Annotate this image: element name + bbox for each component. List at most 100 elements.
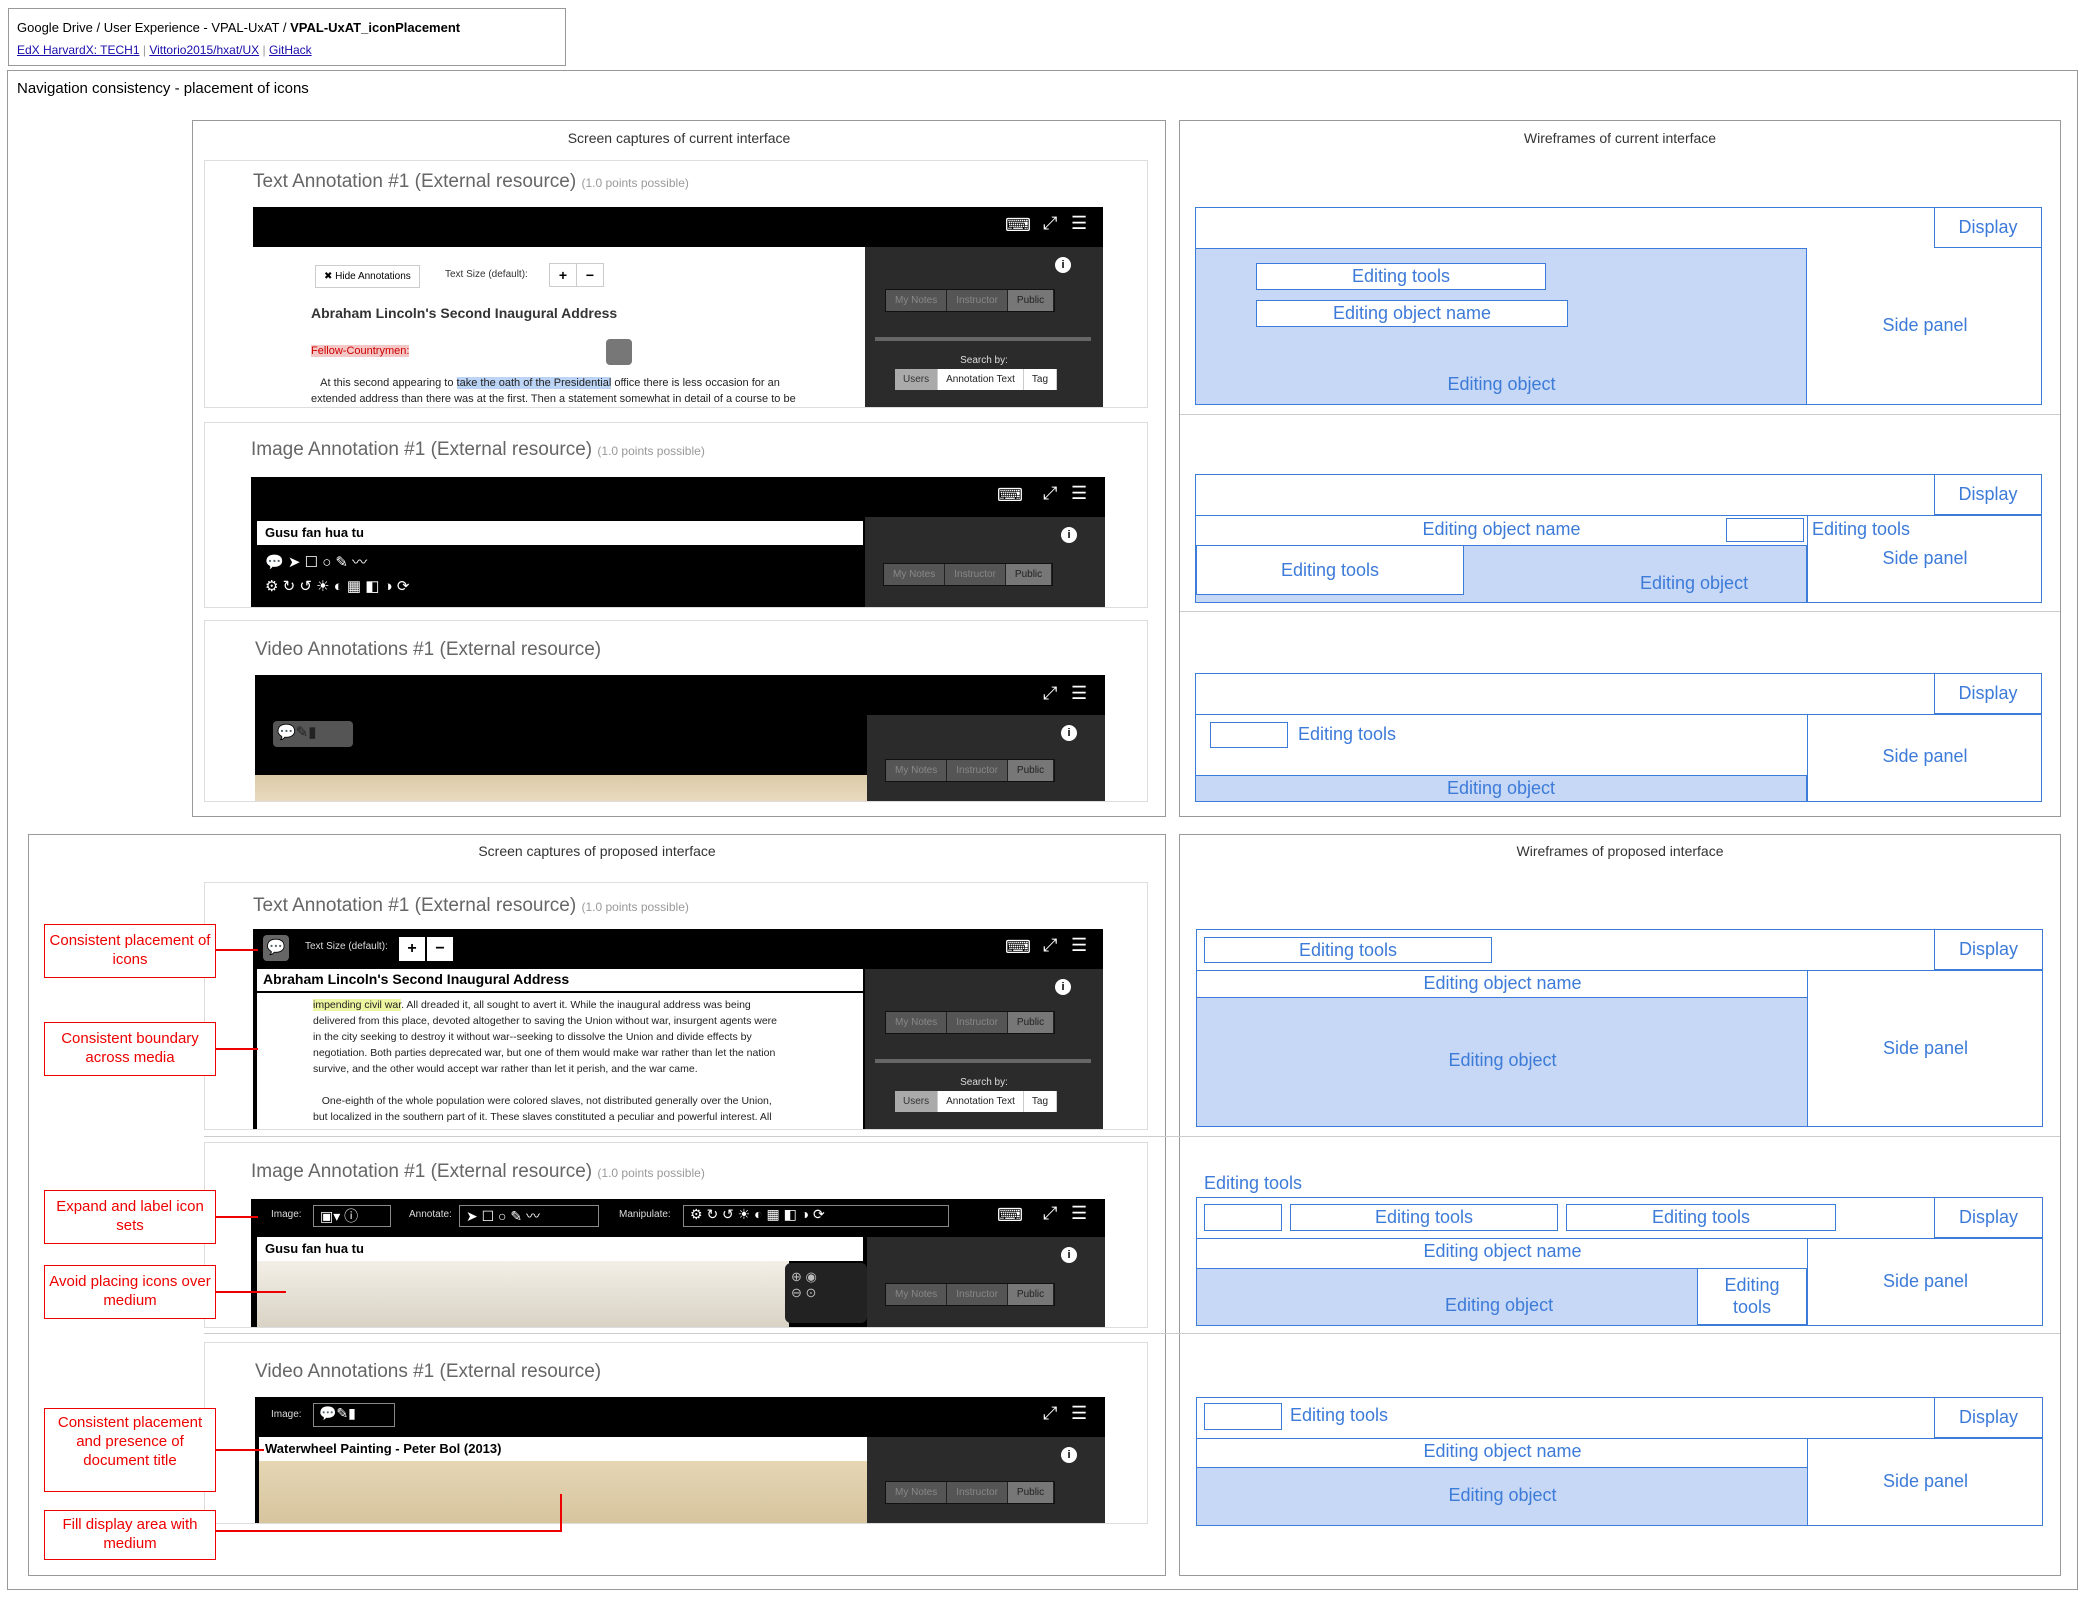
- font-decrease-button[interactable]: −: [427, 937, 453, 961]
- search-options[interactable]: Users Annotation Text Tag: [895, 369, 1058, 390]
- side-panel: i My Notes Instructor Public: [867, 1437, 1105, 1523]
- menu-icon[interactable]: ☰: [1071, 213, 1087, 234]
- breadcrumb-path: Google Drive / User Experience - VPAL-Ux…: [17, 20, 291, 35]
- image-group-label: Image:: [271, 1409, 302, 1420]
- keyboard-icon[interactable]: ⌨: [997, 1205, 1023, 1226]
- link-edx[interactable]: EdX HarvardX: TECH1: [17, 43, 140, 57]
- expand-icon[interactable]: ⤢: [1043, 1203, 1057, 1224]
- expand-icon[interactable]: ⤢: [1043, 935, 1057, 956]
- wf-tools-label: Editing tools: [1290, 1405, 1389, 1425]
- filter-tabs[interactable]: My Notes Instructor Public: [885, 759, 1056, 782]
- wf-display: Display: [1934, 673, 2042, 714]
- filter-tabs[interactable]: My Notes Instructor Public: [885, 289, 1056, 312]
- sep: |: [142, 43, 146, 57]
- expand-icon[interactable]: ⤢: [1043, 213, 1057, 234]
- link-githack[interactable]: GitHack: [269, 43, 312, 57]
- wf-object-label: Editing object: [1447, 374, 1556, 394]
- image-medium: [257, 1261, 789, 1327]
- keyboard-icon[interactable]: ⌨: [1005, 215, 1031, 236]
- expand-icon[interactable]: ⤢: [1043, 683, 1057, 704]
- info-icon[interactable]: i: [1055, 257, 1071, 273]
- image-title-bar: Gusu fan hua tu: [257, 521, 863, 545]
- expand-icon[interactable]: ⤢: [1043, 483, 1057, 504]
- keyboard-icon[interactable]: ⌨: [997, 485, 1023, 506]
- link-repo[interactable]: Vittorio2015/hxat/UX: [149, 43, 259, 57]
- callout-line: [216, 1216, 258, 1218]
- keyboard-icon[interactable]: ⌨: [1005, 937, 1031, 958]
- current-text-card: Text Annotation #1 (External resource) (…: [204, 160, 1148, 408]
- filter-tabs[interactable]: My Notes Instructor Public: [883, 563, 1054, 586]
- annotate-tool-group[interactable]: ➤ ☐ ○ ✎ 〰: [459, 1205, 599, 1227]
- proposed-text-card: Text Annotation #1 (External resource) (…: [204, 882, 1148, 1130]
- breadcrumb-header: Google Drive / User Experience - VPAL-Ux…: [8, 8, 566, 66]
- wf-side-label: Side panel: [1882, 315, 1968, 335]
- wf-tools-box: [1726, 518, 1804, 542]
- document-text: At this second appearing to take the oat…: [311, 377, 796, 405]
- video-medium: [255, 775, 867, 801]
- menu-icon[interactable]: ☰: [1071, 1203, 1087, 1224]
- annotation-icon-group[interactable]: 💬✎▮: [273, 721, 353, 747]
- menu-icon[interactable]: ☰: [1071, 1403, 1087, 1424]
- search-by-label: Search by:: [960, 355, 1008, 366]
- current-captures-caption: Screen captures of current interface: [567, 130, 791, 146]
- toolbar: [253, 207, 1103, 247]
- image-tool-group[interactable]: ▣▾ ⓘ: [313, 1205, 391, 1227]
- expand-icon[interactable]: ⤢: [1043, 1403, 1057, 1424]
- search-options[interactable]: Users Annotation Text Tag: [895, 1091, 1058, 1112]
- info-icon[interactable]: i: [1061, 725, 1077, 741]
- wf-tools-box: [1204, 1403, 1282, 1430]
- wf-name: Editing object name: [1423, 1441, 1582, 1461]
- menu-icon[interactable]: ☰: [1071, 683, 1087, 704]
- callout-fill-display: Fill display area with medium: [44, 1510, 216, 1560]
- divider: [204, 1333, 2060, 1334]
- info-icon[interactable]: i: [1055, 979, 1071, 995]
- proposed-captures-caption: Screen captures of proposed interface: [478, 843, 716, 859]
- edit-annotation-icon[interactable]: [606, 339, 632, 365]
- wf-name: Editing object name: [1423, 973, 1582, 993]
- page-title: Navigation consistency - placement of ic…: [17, 80, 309, 97]
- filter-tabs[interactable]: My Notes Instructor Public: [885, 1283, 1056, 1306]
- wf-tools: Editing tools: [1204, 937, 1492, 963]
- image-group-label: Image:: [271, 1209, 302, 1220]
- proposed-image-card: Image Annotation #1 (External resource) …: [204, 1142, 1148, 1328]
- filter-tabs[interactable]: My Notes Instructor Public: [885, 1011, 1056, 1034]
- annotation-icon-group[interactable]: 💬✎▮: [313, 1403, 395, 1427]
- wf-tools: Editing tools: [1256, 263, 1546, 290]
- hide-annotations-button[interactable]: ✖ Hide Annotations: [315, 265, 420, 288]
- wf-display: Display: [1934, 1397, 2043, 1438]
- filter-tabs[interactable]: My Notes Instructor Public: [885, 1481, 1056, 1504]
- wf-name: Editing object name: [1422, 519, 1581, 539]
- info-icon[interactable]: i: [1061, 1247, 1077, 1263]
- wf-tools-2line: Editing tools: [1697, 1268, 1807, 1325]
- navigation-controls[interactable]: ⊕ ◉ ⊖ ⊙: [785, 1263, 867, 1323]
- manipulate-tool-group[interactable]: ⚙ ↻ ↺ ☀ ◐ ▦ ◧ ◑ ⟳: [683, 1205, 949, 1227]
- callout-icon-placement: Consistent placement of icons: [44, 924, 216, 978]
- line: [1807, 515, 1808, 602]
- wf-display: Display: [1934, 929, 2043, 970]
- manipulate-tools[interactable]: ⚙ ↻ ↺ ☀ ◐ ▦ ◧ ◑ ⟳: [265, 577, 409, 595]
- highlight-fellow[interactable]: Fellow-Countrymen:: [311, 345, 410, 357]
- info-icon[interactable]: i: [1061, 1447, 1077, 1463]
- menu-icon[interactable]: ☰: [1071, 935, 1087, 956]
- current-wire-caption: Wireframes of current interface: [1523, 130, 1717, 146]
- side-panel: i My Notes Instructor Public Search by: Us…: [865, 969, 1103, 1129]
- current-video-card: Video Annotations #1 (External resource)…: [204, 620, 1148, 802]
- callout-line: [216, 1048, 258, 1050]
- font-decrease-button[interactable]: −: [576, 263, 604, 287]
- line: [1196, 515, 2042, 516]
- wf-side-label: Side panel: [1882, 746, 1968, 766]
- font-increase-button[interactable]: +: [549, 263, 577, 287]
- wf-editing-object: Editing object: [1197, 1467, 1808, 1525]
- divider: [875, 337, 1091, 341]
- annotate-tools[interactable]: 💬 ➤ ☐ ○ ✎ 〰: [265, 551, 367, 572]
- info-icon[interactable]: i: [1061, 527, 1077, 543]
- proposed-video-card: Video Annotations #1 (External resource)…: [204, 1342, 1148, 1524]
- menu-icon[interactable]: ☰: [1071, 483, 1087, 504]
- document-text: impending civil war. All dreaded it, all…: [313, 999, 778, 1123]
- comment-icon[interactable]: 💬: [263, 935, 289, 961]
- font-increase-button[interactable]: +: [399, 937, 425, 961]
- wf-tools-label: Editing tools: [1204, 1173, 1303, 1193]
- divider: [1180, 414, 2060, 415]
- wf-tools-box: [1204, 1204, 1282, 1231]
- callout-boundary: Consistent boundary across media: [44, 1022, 216, 1076]
